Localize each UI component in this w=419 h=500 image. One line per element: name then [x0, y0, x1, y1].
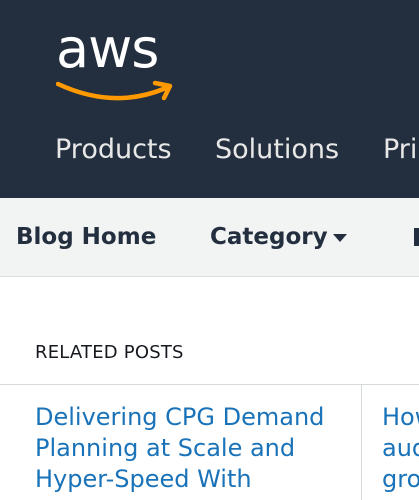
logo-wordmark: aws [56, 17, 159, 80]
nav-products[interactable]: Products [55, 130, 172, 170]
related-divider [0, 384, 419, 385]
aws-logo[interactable]: aws [56, 22, 176, 106]
nav-solutions[interactable]: Solutions [215, 130, 339, 170]
category-dropdown[interactable]: Category [210, 220, 328, 254]
main-nav: Products Solutions Pri [0, 130, 419, 174]
related-post-title[interactable]: Delivering CPG Demand Planning at Scale … [35, 402, 350, 495]
column-divider [361, 385, 362, 500]
nav-pricing[interactable]: Pri [383, 130, 417, 170]
subnav-next-item-edge [414, 228, 419, 246]
related-post-title[interactable]: How aud gro [382, 402, 419, 495]
top-header: aws Products Solutions Pri [0, 0, 419, 198]
smile-arrow-icon [56, 80, 173, 101]
blog-subnav: Blog Home Category [0, 198, 419, 277]
blog-home-link[interactable]: Blog Home [16, 220, 156, 254]
chevron-down-icon[interactable] [333, 234, 347, 242]
related-posts-heading: RELATED POSTS [35, 342, 184, 363]
page: aws Products Solutions Pri Blog Home Cat… [0, 0, 419, 500]
